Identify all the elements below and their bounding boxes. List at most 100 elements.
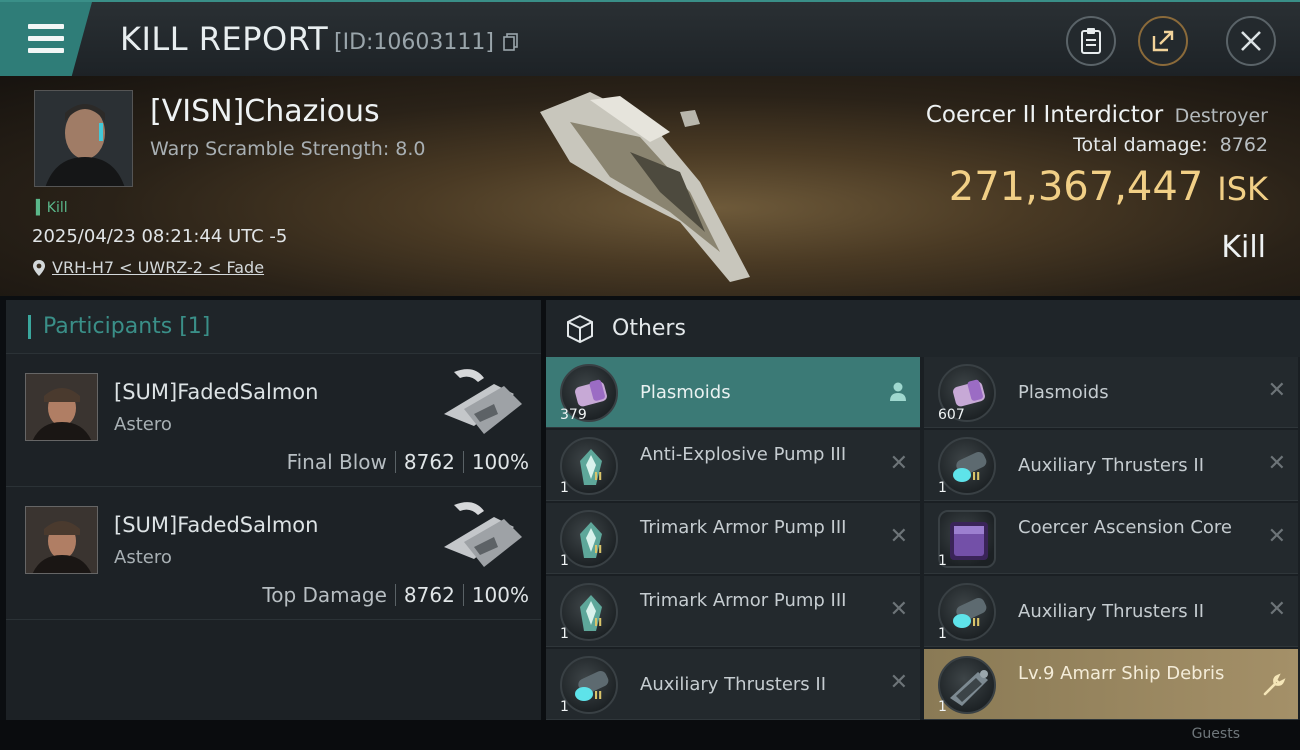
- item-quantity: 1: [560, 553, 569, 569]
- kill-location[interactable]: VRH-H7 < UWRZ-2 < Fade: [32, 258, 264, 277]
- person-icon[interactable]: [888, 381, 908, 403]
- participant-card[interactable]: [SUM]FadedSalmon Astero Final Blow 8762 …: [6, 354, 541, 487]
- bottom-partial-text: Guests: [1191, 726, 1240, 742]
- close-icon[interactable]: ✕: [890, 671, 908, 695]
- close-icon[interactable]: ✕: [890, 525, 908, 549]
- divider: [462, 584, 464, 606]
- item-name: Lv.9 Amarr Ship Debris: [1018, 663, 1225, 684]
- ship-class-text: Destroyer: [1174, 105, 1268, 127]
- participant-ship-image[interactable]: [434, 364, 526, 444]
- report-id[interactable]: [ID:10603111]: [334, 30, 519, 55]
- item-row[interactable]: 607 Plasmoids ✕: [924, 357, 1298, 428]
- location-pin-icon: [33, 259, 45, 276]
- participants-title: Participants [1]: [43, 314, 211, 339]
- location-link[interactable]: VRH-H7 < UWRZ-2 < Fade: [52, 258, 264, 277]
- item-row[interactable]: II 1 Auxiliary Thrusters II ✕: [546, 649, 920, 720]
- others-title: Others: [612, 316, 686, 341]
- kill-tag-label: Kill: [46, 200, 68, 216]
- participant-percent: 100%: [471, 450, 529, 474]
- participant-name[interactable]: [SUM]FadedSalmon: [114, 380, 318, 404]
- participants-header[interactable]: Participants [1]: [6, 300, 541, 354]
- close-icon[interactable]: ✕: [1268, 598, 1286, 622]
- item-quantity: 379: [560, 407, 587, 423]
- others-header: Others: [546, 300, 1300, 357]
- ship-name-text: Coercer II Interdictor: [925, 102, 1164, 128]
- header-bar: KILL REPORT [ID:10603111]: [0, 0, 1300, 76]
- menu-icon-bar: [28, 48, 64, 53]
- item-name: Trimark Armor Pump III: [640, 517, 847, 538]
- item-name: Auxiliary Thrusters II: [1018, 455, 1205, 476]
- clipboard-icon: [1081, 28, 1101, 54]
- tier-badge: II: [972, 470, 981, 483]
- item-quantity: 1: [560, 699, 569, 715]
- victim-ship-image[interactable]: [530, 82, 770, 287]
- close-icon[interactable]: ✕: [890, 452, 908, 476]
- item-name: Plasmoids: [640, 382, 731, 403]
- item-quantity: 1: [560, 480, 569, 496]
- victim-ship-name[interactable]: Coercer II Interdictor Destroyer: [926, 102, 1268, 128]
- item-name: Plasmoids: [1018, 382, 1109, 403]
- participant-damage: 8762: [403, 583, 455, 607]
- item-row[interactable]: II 1 Auxiliary Thrusters II ✕: [924, 576, 1298, 647]
- section-marker: [28, 314, 31, 339]
- isk-unit: ISK: [1217, 170, 1268, 208]
- total-damage: Total damage: 8762: [1073, 134, 1268, 156]
- cube-icon: [567, 314, 593, 343]
- share-button[interactable]: [1138, 16, 1188, 66]
- page-title: KILL REPORT: [120, 20, 329, 58]
- menu-icon: [28, 24, 64, 29]
- item-name: Auxiliary Thrusters II: [640, 674, 827, 695]
- victim-name[interactable]: [VISN]Chazious: [150, 94, 380, 129]
- item-row[interactable]: 1 Coercer Ascension Core ✕: [924, 503, 1298, 574]
- participant-stats: Top Damage 8762 100%: [262, 583, 529, 607]
- participant-percent: 100%: [471, 583, 529, 607]
- item-row[interactable]: II 1 Anti-Explosive Pump III ✕: [546, 430, 920, 501]
- item-quantity: 1: [938, 480, 947, 496]
- item-row[interactable]: II 1 Auxiliary Thrusters II ✕: [924, 430, 1298, 501]
- victim-portrait: [35, 91, 132, 186]
- tier-badge: II: [594, 616, 603, 629]
- wrench-icon[interactable]: [1262, 673, 1286, 697]
- item-quantity: 1: [938, 699, 947, 715]
- close-button[interactable]: [1226, 16, 1276, 66]
- item-row[interactable]: II 1 Trimark Armor Pump III ✕: [546, 576, 920, 647]
- item-row[interactable]: 1 Lv.9 Amarr Ship Debris: [924, 649, 1298, 720]
- participant-stats: Final Blow 8762 100%: [287, 450, 529, 474]
- kill-datetime: 2025/04/23 08:21:44 UTC -5: [32, 226, 288, 247]
- kill-banner: [VISN]Chazious Warp Scramble Strength: 8…: [0, 76, 1300, 296]
- kill-tag: ▍Kill: [36, 200, 68, 216]
- tier-badge: II: [972, 616, 981, 629]
- close-icon[interactable]: ✕: [1268, 525, 1286, 549]
- copy-icon[interactable]: [503, 33, 519, 51]
- tier-badge: II: [594, 470, 603, 483]
- participant-role: Top Damage: [262, 583, 387, 607]
- participant-ship-image[interactable]: [434, 497, 526, 577]
- tier-badge: II: [594, 543, 603, 556]
- kill-result: Kill: [1221, 230, 1266, 265]
- close-icon[interactable]: ✕: [1268, 379, 1286, 403]
- tier-badge: II: [594, 689, 603, 702]
- clipboard-button[interactable]: [1066, 16, 1116, 66]
- participant-avatar[interactable]: [25, 373, 98, 441]
- participant-name[interactable]: [SUM]FadedSalmon: [114, 513, 318, 537]
- item-row[interactable]: II 1 Trimark Armor Pump III ✕: [546, 503, 920, 574]
- total-damage-value: 8762: [1219, 134, 1268, 156]
- item-name: Auxiliary Thrusters II: [1018, 601, 1205, 622]
- others-panel: Others 379 Plasmoids 607 Plasmoids ✕ II …: [546, 300, 1300, 720]
- close-icon: [1241, 31, 1261, 51]
- item-quantity: 1: [560, 626, 569, 642]
- participant-avatar[interactable]: [25, 506, 98, 574]
- victim-avatar[interactable]: [34, 90, 133, 187]
- close-icon[interactable]: ✕: [890, 598, 908, 622]
- participant-damage: 8762: [403, 450, 455, 474]
- isk-amount: 271,367,447: [948, 164, 1204, 210]
- item-quantity: 1: [938, 553, 947, 569]
- item-quantity: 607: [938, 407, 965, 423]
- participant-card[interactable]: [SUM]FadedSalmon Astero Top Damage 8762 …: [6, 487, 541, 620]
- total-damage-label: Total damage:: [1073, 134, 1208, 156]
- item-name: Trimark Armor Pump III: [640, 590, 847, 611]
- menu-button[interactable]: [0, 2, 92, 76]
- isk-value: 271,367,447 ISK: [949, 164, 1268, 210]
- item-row[interactable]: 379 Plasmoids: [546, 357, 920, 428]
- close-icon[interactable]: ✕: [1268, 452, 1286, 476]
